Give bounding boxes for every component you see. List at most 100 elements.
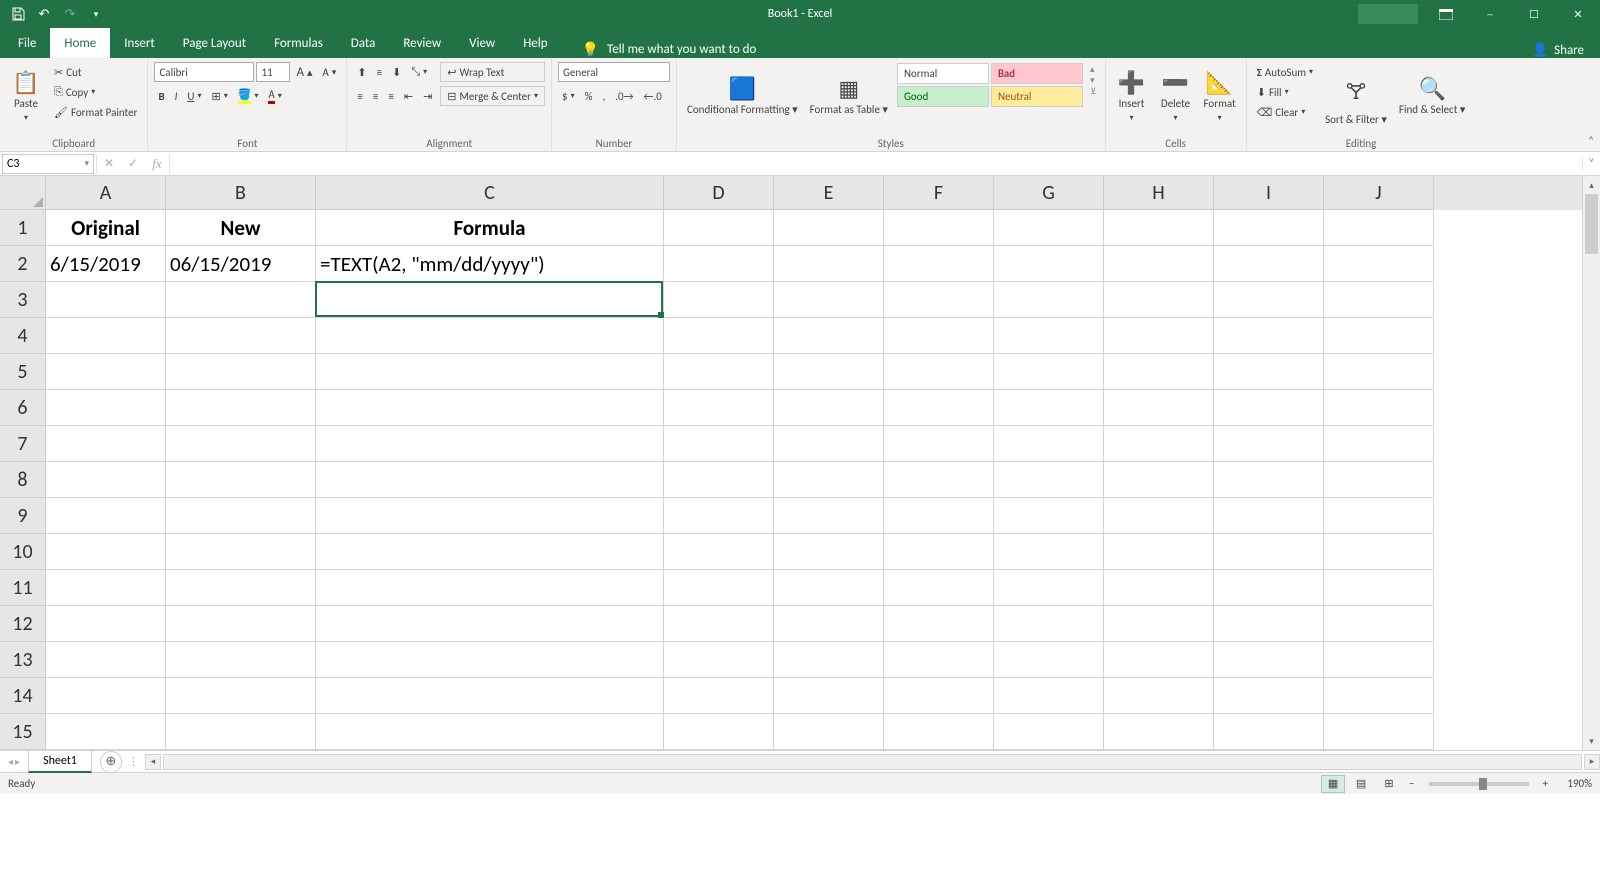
cell-G12[interactable] bbox=[994, 606, 1104, 642]
cell-H10[interactable] bbox=[1104, 534, 1214, 570]
cell-D9[interactable] bbox=[664, 498, 774, 534]
column-header-A[interactable]: A bbox=[46, 176, 166, 210]
row-header-8[interactable]: 8 bbox=[0, 462, 46, 498]
page-break-view-button[interactable]: ⊞ bbox=[1377, 775, 1401, 793]
zoom-out-button[interactable]: − bbox=[1405, 777, 1418, 790]
cell-C8[interactable] bbox=[316, 462, 664, 498]
percent-format-button[interactable]: % bbox=[581, 86, 597, 106]
cancel-formula-button[interactable]: ✕ bbox=[97, 154, 121, 174]
cell-C4[interactable] bbox=[316, 318, 664, 354]
cut-button[interactable]: ✂Cut bbox=[50, 62, 141, 82]
cell-G2[interactable] bbox=[994, 246, 1104, 282]
cell-I8[interactable] bbox=[1214, 462, 1324, 498]
cell-H2[interactable] bbox=[1104, 246, 1214, 282]
increase-indent-button[interactable]: ⇥ bbox=[419, 86, 436, 106]
cell-A15[interactable] bbox=[46, 714, 166, 750]
border-button[interactable]: ⊞ ▾ bbox=[207, 86, 231, 106]
cell-H6[interactable] bbox=[1104, 390, 1214, 426]
cell-A11[interactable] bbox=[46, 570, 166, 606]
cell-G14[interactable] bbox=[994, 678, 1104, 714]
cell-C7[interactable] bbox=[316, 426, 664, 462]
align-top-button[interactable]: ⬆ bbox=[353, 62, 370, 82]
cell-F6[interactable] bbox=[884, 390, 994, 426]
cell-C15[interactable] bbox=[316, 714, 664, 750]
cell-I1[interactable] bbox=[1214, 210, 1324, 246]
cell-F8[interactable] bbox=[884, 462, 994, 498]
row-header-14[interactable]: 14 bbox=[0, 678, 46, 714]
cell-G5[interactable] bbox=[994, 354, 1104, 390]
cell-D11[interactable] bbox=[664, 570, 774, 606]
sheet-nav-prev[interactable]: ◂ bbox=[8, 755, 13, 768]
cell-E10[interactable] bbox=[774, 534, 884, 570]
format-as-table-button[interactable]: ▦ Format as Table ▾ bbox=[806, 62, 892, 130]
align-center-button[interactable]: ≡ bbox=[369, 86, 382, 106]
cell-C6[interactable] bbox=[316, 390, 664, 426]
cell-A8[interactable] bbox=[46, 462, 166, 498]
cell-D13[interactable] bbox=[664, 642, 774, 678]
cell-D7[interactable] bbox=[664, 426, 774, 462]
tab-help[interactable]: Help bbox=[509, 28, 561, 58]
font-size-combo[interactable]: 11 bbox=[256, 62, 290, 82]
cell-J9[interactable] bbox=[1324, 498, 1434, 534]
cell-E11[interactable] bbox=[774, 570, 884, 606]
cell-A12[interactable] bbox=[46, 606, 166, 642]
cell-F11[interactable] bbox=[884, 570, 994, 606]
save-button[interactable] bbox=[6, 2, 30, 26]
collapse-ribbon-button[interactable]: ˄ bbox=[1588, 134, 1594, 147]
undo-button[interactable]: ↶ bbox=[32, 2, 56, 26]
cell-F1[interactable] bbox=[884, 210, 994, 246]
horizontal-scrollbar[interactable] bbox=[163, 754, 1582, 770]
cell-G9[interactable] bbox=[994, 498, 1104, 534]
zoom-in-button[interactable]: + bbox=[1539, 777, 1552, 790]
cell-H15[interactable] bbox=[1104, 714, 1214, 750]
fill-button[interactable]: ⬇ Fill ▾ bbox=[1253, 82, 1317, 102]
column-header-D[interactable]: D bbox=[664, 176, 774, 210]
cell-I11[interactable] bbox=[1214, 570, 1324, 606]
row-header-12[interactable]: 12 bbox=[0, 606, 46, 642]
cell-H5[interactable] bbox=[1104, 354, 1214, 390]
comma-format-button[interactable]: , bbox=[598, 86, 609, 106]
accounting-format-button[interactable]: $ ▾ bbox=[558, 86, 579, 106]
tell-me-input[interactable]: Tell me what you want to do bbox=[607, 42, 756, 57]
cell-A1[interactable]: Original bbox=[46, 210, 166, 246]
zoom-level[interactable]: 190% bbox=[1556, 777, 1592, 790]
cell-I10[interactable] bbox=[1214, 534, 1324, 570]
cell-E4[interactable] bbox=[774, 318, 884, 354]
cell-C3[interactable] bbox=[316, 282, 664, 318]
cell-F10[interactable] bbox=[884, 534, 994, 570]
cell-A14[interactable] bbox=[46, 678, 166, 714]
cell-J8[interactable] bbox=[1324, 462, 1434, 498]
bold-button[interactable]: B bbox=[154, 86, 168, 106]
insert-function-button[interactable]: fx bbox=[145, 154, 169, 174]
cell-I15[interactable] bbox=[1214, 714, 1324, 750]
cell-J2[interactable] bbox=[1324, 246, 1434, 282]
cell-D12[interactable] bbox=[664, 606, 774, 642]
cell-C9[interactable] bbox=[316, 498, 664, 534]
column-header-H[interactable]: H bbox=[1104, 176, 1214, 210]
cell-I7[interactable] bbox=[1214, 426, 1324, 462]
cell-G6[interactable] bbox=[994, 390, 1104, 426]
cell-H1[interactable] bbox=[1104, 210, 1214, 246]
cell-E3[interactable] bbox=[774, 282, 884, 318]
redo-button[interactable]: ↷ bbox=[58, 2, 82, 26]
cell-J3[interactable] bbox=[1324, 282, 1434, 318]
maximize-button[interactable]: ☐ bbox=[1512, 0, 1556, 28]
cell-B15[interactable] bbox=[166, 714, 316, 750]
find-select-button[interactable]: 🔍Find & Select ▾ bbox=[1395, 62, 1470, 130]
cell-B2[interactable]: 06/15/2019 bbox=[166, 246, 316, 282]
cell-style-neutral[interactable]: Neutral bbox=[991, 86, 1083, 107]
cell-E6[interactable] bbox=[774, 390, 884, 426]
cell-F7[interactable] bbox=[884, 426, 994, 462]
decrease-font-button[interactable]: A▾ bbox=[318, 62, 340, 82]
cell-F13[interactable] bbox=[884, 642, 994, 678]
cell-I2[interactable] bbox=[1214, 246, 1324, 282]
vertical-scrollbar[interactable]: ▴ ▾ bbox=[1582, 176, 1600, 750]
cell-J10[interactable] bbox=[1324, 534, 1434, 570]
tab-home[interactable]: Home bbox=[50, 28, 110, 58]
cell-F4[interactable] bbox=[884, 318, 994, 354]
cell-B14[interactable] bbox=[166, 678, 316, 714]
cell-A7[interactable] bbox=[46, 426, 166, 462]
cell-D6[interactable] bbox=[664, 390, 774, 426]
increase-decimal-button[interactable]: .0→ bbox=[611, 86, 637, 106]
cell-B12[interactable] bbox=[166, 606, 316, 642]
